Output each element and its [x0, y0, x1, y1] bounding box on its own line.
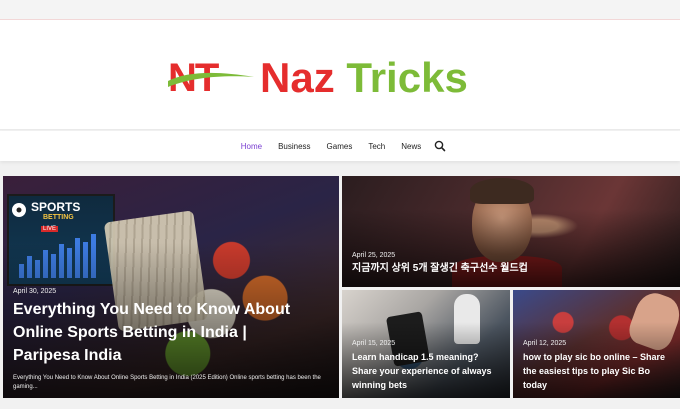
nav-item-home[interactable]: Home [233, 142, 270, 151]
featured-post-card[interactable]: April 25, 2025 지금까지 상위 5개 잘생긴 축구선수 월드컵 [342, 176, 680, 287]
featured-post-card[interactable]: SPORTS BETTING LIVE April 30, 2025 Every… [3, 176, 339, 398]
post-image-player-hair [470, 178, 534, 204]
nav-item-tech[interactable]: Tech [360, 142, 393, 151]
image-text-betting: BETTING [43, 214, 74, 221]
top-bar [0, 0, 680, 20]
post-excerpt: Everything You Need to Know About Online… [13, 375, 321, 390]
post-date: April 12, 2025 [523, 340, 567, 347]
nav-item-business[interactable]: Business [270, 142, 318, 151]
image-text-sports: SPORTS [31, 200, 81, 214]
nav-item-news[interactable]: News [393, 142, 429, 151]
featured-post-card[interactable]: April 12, 2025 how to play sic bo online… [513, 290, 680, 398]
post-date: April 30, 2025 [13, 288, 57, 295]
site-header: NT Naz Tricks [0, 20, 680, 130]
post-date: April 25, 2025 [352, 252, 396, 259]
logo-word-tricks: Tricks [346, 54, 468, 101]
post-title[interactable]: 지금까지 상위 5개 잘생긴 축구선수 월드컵 [352, 262, 528, 276]
nav-item-games[interactable]: Games [319, 142, 361, 151]
featured-post-card[interactable]: April 15, 2025 Learn handicap 1.5 meanin… [342, 290, 510, 398]
site-logo[interactable]: NT Naz Tricks [168, 54, 513, 102]
post-title[interactable]: how to play sic bo online – Share the ea… [523, 350, 673, 392]
post-title[interactable]: Everything You Need to Know About Online… [13, 298, 313, 367]
logo-mark: NT [168, 54, 254, 102]
post-title[interactable]: Learn handicap 1.5 meaning? Share your e… [352, 350, 504, 392]
logo-wordmark: Naz Tricks [260, 54, 468, 102]
post-date: April 15, 2025 [352, 340, 396, 347]
logo-swoosh-icon [168, 72, 254, 87]
featured-posts-grid: SPORTS BETTING LIVE April 30, 2025 Every… [3, 176, 680, 398]
search-icon[interactable] [433, 139, 447, 153]
main-nav: Home Business Games Tech News [0, 131, 680, 161]
logo-word-naz: Naz [260, 54, 335, 101]
